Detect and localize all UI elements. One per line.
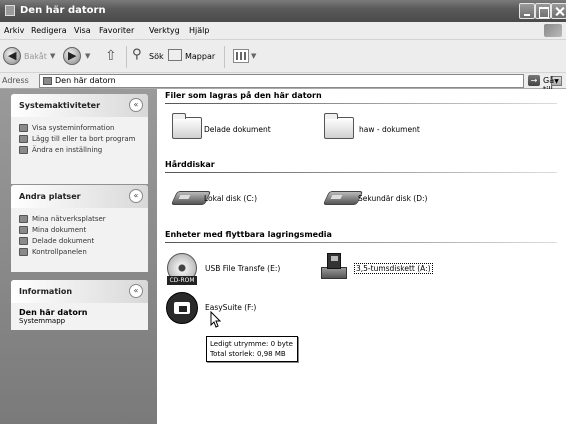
folder-icon — [19, 237, 28, 245]
group-header-removable: Enheter med flyttbara lagringsmedia — [165, 230, 557, 243]
panel-header[interactable]: Systemaktiviteter « — [11, 94, 148, 117]
collapse-chevron-icon[interactable]: « — [129, 284, 143, 298]
search-icon[interactable]: ⚲ — [132, 47, 142, 62]
title-bar: Den här datorn — [0, 0, 566, 22]
menu-hjalp[interactable]: Hjälp — [189, 26, 209, 35]
up-folder-icon[interactable]: ⇧ — [105, 48, 117, 64]
task-view-system-info[interactable]: Visa systeminformation — [19, 123, 140, 133]
menu-bar: Arkiv Redigera Visa Favoriter Verktyg Hj… — [0, 22, 566, 40]
computer-icon — [5, 5, 15, 16]
info-name: Den här datorn — [19, 308, 88, 317]
forward-arrow-icon[interactable]: ▶ — [63, 47, 81, 65]
mouse-cursor-icon — [210, 311, 222, 328]
collapse-chevron-icon[interactable]: « — [129, 98, 143, 112]
folders-icon[interactable] — [168, 49, 182, 61]
task-pane: Systemaktiviteter « Visa systeminformati… — [0, 89, 157, 424]
content-area: Filer som lagras på den här datorn Delad… — [157, 89, 566, 424]
tooltip-total-size: Total storlek: 0,98 MB — [210, 350, 286, 358]
address-label: Adress — [2, 76, 29, 85]
folder-icon — [324, 113, 354, 139]
menu-arkiv[interactable]: Arkiv — [4, 26, 24, 35]
folders-button[interactable]: Mappar — [185, 52, 215, 61]
removable-drive-icon — [166, 292, 198, 324]
back-dropdown-icon[interactable]: ▼ — [50, 52, 55, 60]
windows-logo-icon — [544, 24, 562, 37]
back-button-label[interactable]: Bakåt — [24, 52, 47, 61]
back-arrow-icon[interactable]: ◀ — [3, 47, 21, 65]
views-icon[interactable] — [233, 49, 249, 63]
programs-icon — [19, 135, 28, 143]
menu-redigera[interactable]: Redigera — [31, 26, 67, 35]
address-field[interactable]: Den här datorn ▼ — [39, 74, 562, 88]
menu-verktyg[interactable]: Verktyg — [149, 26, 180, 35]
window-title: Den här datorn — [20, 5, 106, 16]
toolbar: ◀ Bakåt ▼ ▶ ▼ ⇧ ⚲ Sök Mappar ▼ — [0, 40, 566, 73]
system-info-icon — [19, 124, 28, 132]
go-arrow-icon[interactable]: → — [528, 75, 540, 86]
toolbar-separator — [224, 46, 225, 68]
place-my-documents[interactable]: Mina dokument — [19, 225, 140, 235]
maximize-button[interactable] — [535, 3, 551, 19]
close-button[interactable] — [551, 3, 566, 19]
documents-icon — [19, 226, 28, 234]
drive-tooltip: Ledigt utrymme: 0 byte Total storlek: 0,… — [206, 336, 298, 362]
panel-title: Information — [19, 287, 73, 296]
info-type: Systemmapp — [19, 317, 66, 325]
place-network[interactable]: Mina nätverksplatser — [19, 214, 140, 224]
floppy-drive-icon — [321, 253, 347, 281]
other-places-panel: Andra platser « Mina nätverksplatser Min… — [11, 185, 148, 272]
group-header-drives: Hårddiskar — [165, 160, 557, 173]
panel-title: Andra platser — [19, 192, 81, 201]
toolbar-separator — [126, 46, 127, 68]
group-header-files: Filer som lagras på den här datorn — [165, 91, 557, 104]
task-change-setting[interactable]: Ändra en inställning — [19, 145, 140, 155]
system-tasks-panel: Systemaktiviteter « Visa systeminformati… — [11, 94, 148, 184]
address-value[interactable]: Den här datorn — [55, 76, 116, 85]
views-dropdown-icon[interactable]: ▼ — [251, 52, 256, 60]
address-bar: Adress Den här datorn ▼ → Gå till — [0, 73, 566, 94]
panel-header[interactable]: Andra platser « — [11, 185, 148, 208]
control-panel-icon — [19, 248, 28, 256]
panel-header[interactable]: Information « — [11, 280, 148, 303]
panel-title: Systemaktiviteter — [19, 101, 101, 110]
computer-icon — [43, 77, 52, 85]
folder-icon — [172, 113, 202, 139]
menu-favoriter[interactable]: Favoriter — [99, 26, 134, 35]
place-control-panel[interactable]: Kontrollpanelen — [19, 247, 140, 257]
minimize-button[interactable] — [519, 3, 535, 19]
search-button[interactable]: Sök — [149, 52, 164, 61]
tooltip-free-space: Ledigt utrymme: 0 byte — [210, 340, 293, 348]
cd-rom-badge: CD-ROM — [167, 276, 197, 285]
collapse-chevron-icon[interactable]: « — [129, 189, 143, 203]
menu-visa[interactable]: Visa — [74, 26, 91, 35]
information-panel: Information « Den här datorn Systemmapp — [11, 280, 148, 330]
place-shared-documents[interactable]: Delade dokument — [19, 236, 140, 246]
task-add-remove-programs[interactable]: Lägg till eller ta bort program — [19, 134, 140, 144]
forward-dropdown-icon[interactable]: ▼ — [85, 52, 90, 60]
network-icon — [19, 215, 28, 223]
control-panel-icon — [19, 146, 28, 154]
